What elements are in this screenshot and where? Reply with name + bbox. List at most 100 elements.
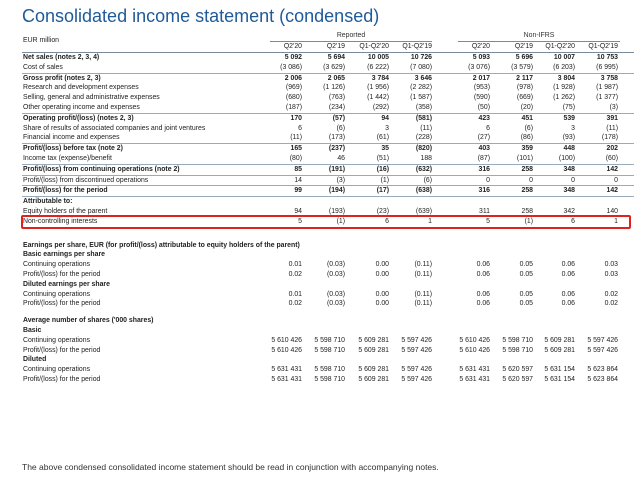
table-cell: 10 007 <box>553 54 575 61</box>
row-label: Profit/(loss) for the period <box>23 375 101 383</box>
row-label: Income tax (expense)/benefit <box>23 154 112 162</box>
table-cell: 0.00 <box>375 261 389 269</box>
table-row: Gross profit (notes 2, 3) 2 006 2 065 3 784… <box>22 74 634 84</box>
table-cell: 0.06 <box>476 261 490 269</box>
table-cell: 0.06 <box>476 290 490 298</box>
table-cell: 3 804 <box>557 74 575 82</box>
table-cell: (0.03) <box>326 290 345 298</box>
row-label: Basic <box>23 326 42 334</box>
table-cell: 391 <box>606 114 619 122</box>
table-cell: (7 080) <box>410 63 432 71</box>
table-cell: 423 <box>478 114 491 122</box>
table-cell: (11) <box>606 124 618 132</box>
table-cell: (3 579) <box>511 63 533 71</box>
table-cell: 35 <box>381 145 389 153</box>
table-cell: (86) <box>520 134 533 142</box>
table-cell: 5 623 864 <box>587 375 618 383</box>
table-cell: (0.03) <box>326 270 345 278</box>
table-cell: 2 017 <box>472 74 490 82</box>
table-cell: (1 262) <box>553 94 575 102</box>
table-cell: 0.06 <box>561 270 575 278</box>
table-cell: 0.05 <box>519 270 533 278</box>
table-row: Attributable to: <box>22 197 634 207</box>
table-cell: 170 <box>290 114 303 122</box>
row-label: Continuing operations <box>23 290 91 298</box>
table-cell: (173) <box>328 134 345 142</box>
table-row: Basic earnings per share <box>22 250 634 260</box>
table-cell: 0.02 <box>288 300 302 308</box>
table-cell: 3 758 <box>600 74 618 82</box>
column-header-row: Q2'20 Q2'19 Q1-Q2'20 Q1-Q2'19 Q2'20 Q2'1… <box>22 41 634 53</box>
table-cell: 5 623 864 <box>587 366 618 374</box>
table-row: Profit/(loss) from continuing operations… <box>22 165 634 176</box>
table-cell: 2 006 <box>284 74 302 82</box>
table-cell: (292) <box>372 103 389 111</box>
table-cell: 3 784 <box>371 74 389 82</box>
table-cell: (2 282) <box>410 84 432 92</box>
table-cell: 5 631 431 <box>459 366 490 374</box>
table-cell: 0.06 <box>561 290 575 298</box>
table-cell: (978) <box>516 84 533 92</box>
column-header: Q2'20 <box>471 43 490 50</box>
table-cell: 5 610 426 <box>271 346 302 354</box>
table-cell: 0.05 <box>519 300 533 308</box>
table-row: Continuing operations 0.01 (0.03) 0.00 (0.11… <box>22 290 634 300</box>
column-header: Q1-Q2'20 <box>545 43 575 50</box>
row-label: Continuing operations <box>23 366 91 374</box>
column-header: Q1-Q2'19 <box>402 43 432 50</box>
statement-title: Consolidated income statement (condensed… <box>22 6 380 26</box>
table-cell: (669) <box>516 94 533 102</box>
row-label: Profit/(loss) for the period <box>23 187 108 195</box>
table-cell: 0.06 <box>561 261 575 269</box>
table-row: Average number of shares ('000 shares) <box>22 316 634 326</box>
table-cell: (1 987) <box>596 84 618 92</box>
table-cell: (187) <box>285 103 302 111</box>
table-cell: 5 598 710 <box>502 336 533 344</box>
table-cell: 0.01 <box>288 290 302 298</box>
table-cell: 188 <box>420 154 433 162</box>
table-cell: (3) <box>609 103 618 111</box>
table-row: Share of results of associated companies… <box>22 124 634 134</box>
table-cell: (100) <box>558 154 575 162</box>
table-cell: (1 442) <box>367 94 389 102</box>
row-label: Profit/(loss) before tax (note 2) <box>23 145 123 153</box>
table-row: Diluted earnings per share <box>22 280 634 290</box>
table-cell: 0 <box>529 176 533 184</box>
table-cell: (590) <box>473 94 490 102</box>
table-cell: 0.02 <box>604 300 618 308</box>
table-cell: (20) <box>520 103 533 111</box>
table-cell: (3 076) <box>468 63 490 71</box>
table-row: Research and development expenses (969) (1… <box>22 83 634 93</box>
table-cell: (6 222) <box>367 63 389 71</box>
row-label: Research and development expenses <box>23 84 139 92</box>
table-row: Other operating income and expenses (187)… <box>22 103 634 114</box>
table-cell: 0 <box>614 176 618 184</box>
column-header: Q2'19 <box>514 43 533 50</box>
table-row: Continuing operations 5 610 426 5 598 710 5… <box>22 336 634 346</box>
row-label: Profit/(loss) from discontinued operatio… <box>23 176 149 184</box>
table-cell: (763) <box>328 94 345 102</box>
table-cell: 0.03 <box>604 261 618 269</box>
table-cell: 5 694 <box>327 54 345 61</box>
table-cell: (0.11) <box>414 300 433 308</box>
table-cell: (0.03) <box>326 300 345 308</box>
table-cell: (6) <box>336 124 345 132</box>
table-row: Profit/(loss) for the period 0.02 (0.03) 0.… <box>22 270 634 280</box>
table-cell: (6) <box>423 176 432 184</box>
table-cell: (6 203) <box>553 63 575 71</box>
row-label: Profit/(loss) from continuing operations… <box>23 165 180 173</box>
table-cell: (1 377) <box>596 94 618 102</box>
table-cell: (50) <box>477 103 490 111</box>
table-cell: 5 597 426 <box>401 366 432 374</box>
table-cell: 0.02 <box>604 290 618 298</box>
table-cell: 5 609 281 <box>544 346 575 354</box>
table-cell: 0.01 <box>288 261 302 269</box>
column-header: Q2'20 <box>283 43 302 50</box>
table-cell: 3 646 <box>414 74 432 82</box>
row-label: Continuing operations <box>23 261 91 269</box>
table-cell: (27) <box>477 134 490 142</box>
table-cell: (16) <box>376 165 389 173</box>
table-cell: 5 597 426 <box>401 336 432 344</box>
table-cell: (3) <box>336 176 345 184</box>
table-cell: (0.11) <box>414 290 433 298</box>
